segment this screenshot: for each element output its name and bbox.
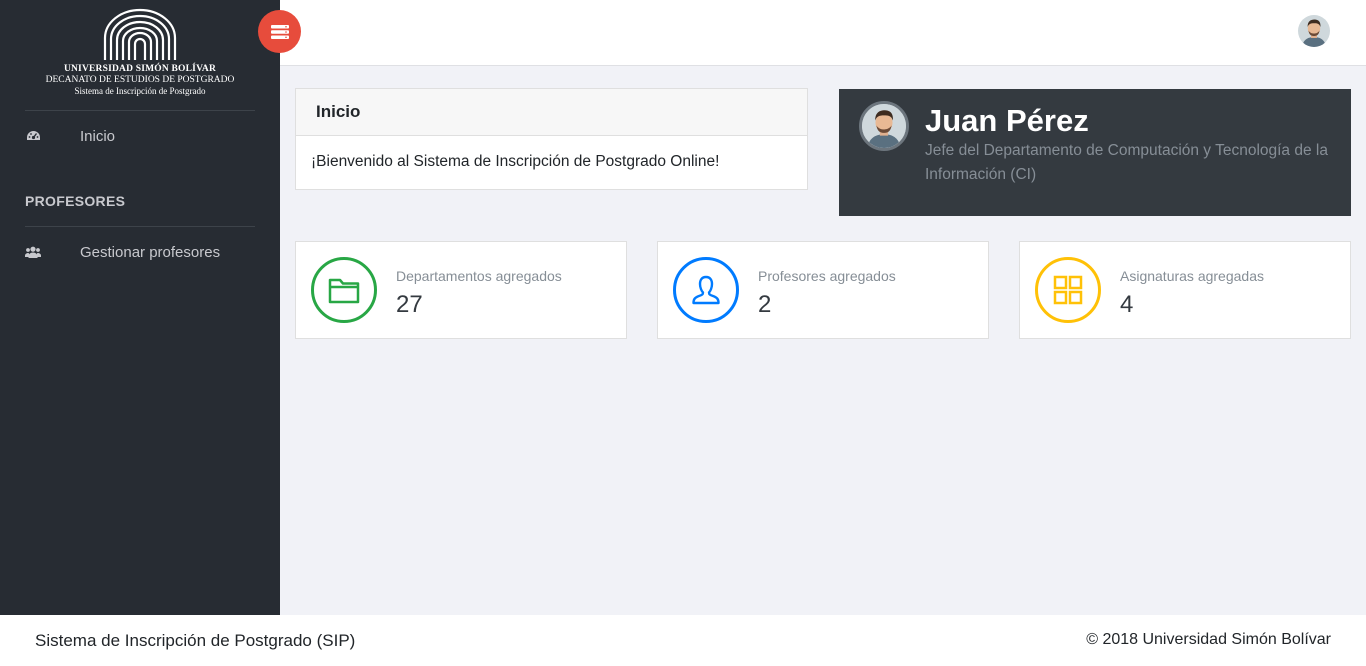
folder-icon xyxy=(311,257,377,323)
sidebar-item-label: Inicio xyxy=(80,127,116,145)
top-header xyxy=(280,0,1366,66)
university-logo[interactable]: UNIVERSIDAD SIMÓN BOLÍVAR DECANATO DE ES… xyxy=(0,0,280,110)
sidebar: UNIVERSIDAD SIMÓN BOLÍVAR DECANATO DE ES… xyxy=(0,0,280,615)
stat-value: 2 xyxy=(758,291,772,318)
stat-label: Asignaturas agregadas xyxy=(1120,268,1264,284)
profile-card: Juan Pérez Jefe del Departamento de Comp… xyxy=(839,89,1351,216)
user-avatar[interactable] xyxy=(1298,15,1330,47)
welcome-message: ¡Bienvenido al Sistema de Inscripción de… xyxy=(311,153,720,170)
stat-label: Departamentos agregados xyxy=(396,268,562,284)
stat-card-asignaturas: Asignaturas agregadas 4 xyxy=(1019,241,1351,339)
usb-emblem-icon xyxy=(103,8,177,60)
menu-toggle-button[interactable] xyxy=(258,10,301,53)
welcome-card: Inicio ¡Bienvenido al Sistema de Inscrip… xyxy=(295,88,808,190)
section-title-profesores: PROFESORES xyxy=(25,193,126,209)
logo-system-name: Sistema de Inscripción de Postgrado xyxy=(74,86,206,96)
dashboard-icon xyxy=(25,128,41,144)
stat-label: Profesores agregados xyxy=(758,268,896,284)
sidebar-item-inicio[interactable]: Inicio xyxy=(0,116,280,156)
sidebar-divider xyxy=(25,226,255,227)
sidebar-divider xyxy=(25,110,255,111)
welcome-card-title: Inicio xyxy=(296,89,807,136)
sidebar-item-label: Gestionar profesores xyxy=(80,243,221,261)
footer-copyright: © 2018 Universidad Simón Bolívar xyxy=(1086,631,1331,648)
users-icon xyxy=(25,244,41,260)
logo-dean-office: DECANATO DE ESTUDIOS DE POSTGRADO xyxy=(45,75,235,85)
menu-toggle-icon xyxy=(270,24,289,39)
logo-university-name: UNIVERSIDAD SIMÓN BOLÍVAR xyxy=(63,64,217,74)
stat-value: 4 xyxy=(1120,291,1134,318)
profile-role: Jefe del Departamento de Computación y T… xyxy=(925,142,1328,183)
stat-card-departamentos: Departamentos agregados 27 xyxy=(295,241,627,339)
page-footer: Sistema de Inscripción de Postgrado (SIP… xyxy=(0,615,1366,666)
profile-avatar xyxy=(859,101,909,151)
footer-system-name: Sistema de Inscripción de Postgrado (SIP… xyxy=(35,631,356,650)
user-icon xyxy=(673,257,739,323)
sidebar-item-gestionar-profesores[interactable]: Gestionar profesores xyxy=(0,232,280,272)
stat-card-profesores: Profesores agregados 2 xyxy=(657,241,989,339)
profile-name: Juan Pérez xyxy=(925,103,1089,138)
stat-value: 27 xyxy=(396,291,423,318)
grid-icon xyxy=(1035,257,1101,323)
